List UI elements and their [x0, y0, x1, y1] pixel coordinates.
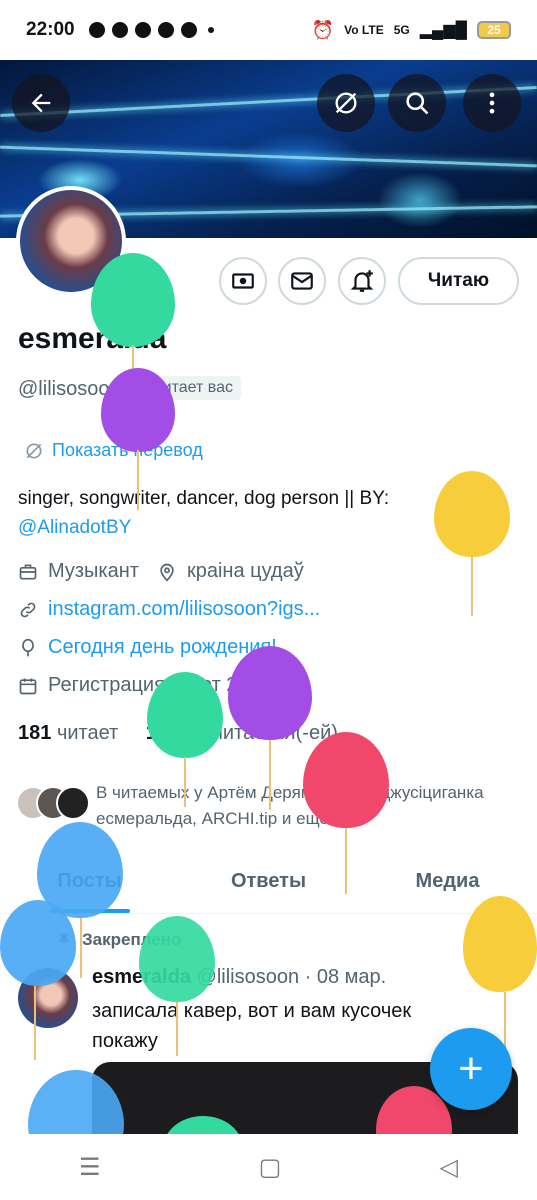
pinned-label: Закреплено: [82, 930, 182, 949]
back-nav-button[interactable]: ◁: [439, 1153, 457, 1182]
birthday-label: Сегодня день рождения!: [48, 636, 277, 658]
pinned-indicator: Закреплено: [56, 930, 181, 950]
telegram-icon: [134, 22, 151, 38]
tab-replies[interactable]: Ответы: [179, 858, 358, 913]
more-notifications-icon: [207, 27, 214, 33]
signal-icon: 5G: [393, 23, 410, 37]
mutual-followers[interactable]: В читаемых у Артём Дерягин v. 2.0, джусi…: [16, 780, 526, 832]
status-bar: 22:00 ⏰ Vo LTE 5G ▂▄▆█ 25: [0, 0, 537, 60]
avatar: [56, 786, 90, 820]
following-link[interactable]: 181 читает: [18, 722, 118, 744]
location-pin-icon: [157, 562, 177, 582]
bio-link[interactable]: @AlinadotBY: [18, 517, 131, 538]
twitch-icon: [180, 22, 197, 38]
profile-meta-row: Музыкант краiна цудаў: [18, 560, 304, 583]
profile-tabs: Посты Ответы Медиа: [0, 858, 537, 914]
profile-name: esmeralda: [18, 322, 167, 355]
profile-screen: { "status_bar": {"time": "22:00", "batte…: [0, 0, 537, 1200]
money-icon: [232, 273, 254, 289]
translate-link[interactable]: Показать перевод: [24, 440, 203, 461]
alarm-icon: ⏰: [311, 19, 335, 40]
translate-button[interactable]: [317, 74, 375, 132]
volte-icon: Vo LTE: [344, 23, 384, 37]
back-button[interactable]: [12, 74, 70, 132]
bell-plus-icon: [350, 270, 374, 292]
followers-label: читателя(-ей): [212, 722, 338, 744]
link-icon: [18, 600, 38, 620]
balloon: [139, 916, 215, 1002]
category-label: Музыкант: [48, 560, 139, 582]
joined-label: Регистрация: март 2014 г.: [48, 674, 287, 696]
tab-posts[interactable]: Посты: [0, 858, 179, 913]
search-button[interactable]: [388, 74, 446, 132]
translate-off-icon: [335, 92, 357, 114]
pin-icon: [57, 933, 71, 947]
arrow-left-icon: [31, 93, 51, 113]
battery-icon: 25: [477, 21, 511, 39]
profile-website-row: instagram.com/lilisosoon?igs...: [18, 598, 320, 621]
profile-handle: @lilisosoon: [18, 378, 121, 400]
following-button[interactable]: Читаю: [398, 257, 519, 305]
calendar-icon: [18, 676, 38, 696]
mutuals-text: В читаемых у Артём Дерягин v. 2.0, джусi…: [96, 783, 484, 828]
tab-media[interactable]: Медиа: [358, 858, 537, 913]
follows-you-badge: Читает вас: [144, 376, 242, 400]
mutual-avatars: [16, 786, 90, 832]
post-author[interactable]: esmeralda: [92, 966, 191, 988]
website-link[interactable]: instagram.com/lilisosoon?igs...: [48, 598, 320, 621]
notifications-button[interactable]: [338, 257, 386, 305]
post-text: записала кавер, вот и вам кусочек покажу: [92, 1000, 412, 1052]
more-vertical-icon: [489, 92, 495, 114]
plus-icon: +: [458, 1044, 484, 1093]
clock: 22:00: [26, 19, 75, 40]
translate-label: Показать перевод: [52, 440, 203, 460]
avatar[interactable]: [16, 186, 126, 296]
translate-icon: [26, 443, 42, 458]
more-button[interactable]: [463, 74, 521, 132]
facebook-icon: [157, 22, 174, 38]
following-label: читает: [56, 722, 119, 744]
following-count: 181: [18, 722, 52, 744]
followers-link[interactable]: 16 333 читателя(-ей): [146, 722, 338, 744]
briefcase-icon: [18, 562, 38, 582]
mail-icon: [291, 272, 313, 290]
rss-icon: [111, 22, 128, 38]
signal-bars-icon: ▂▄▆█: [419, 22, 467, 39]
chevron-right-icon: ›: [304, 674, 312, 696]
search-icon: [406, 92, 429, 115]
compose-button[interactable]: +: [430, 1028, 512, 1110]
post-header: esmeralda @lilisosoon · 08 мар.: [92, 966, 386, 989]
facebook-icon: [88, 22, 105, 38]
profile-bio: singer, songwriter, dancer, dog person |…: [18, 484, 518, 542]
post-handle-date: @lilisosoon · 08 мар.: [196, 966, 387, 988]
subscribe-button[interactable]: [219, 257, 267, 305]
balloon-icon: [18, 638, 38, 658]
follow-counts: 181 читает 16 333 читателя(-ей): [18, 722, 338, 745]
followers-count: 16 333: [145, 722, 207, 744]
home-button[interactable]: ▢: [259, 1153, 282, 1182]
bio-text: singer, songwriter, dancer, dog person |…: [18, 488, 390, 509]
post-avatar[interactable]: [18, 968, 78, 1028]
system-nav-bar: ☰ ▢ ◁: [0, 1134, 537, 1200]
location-label: краiна цудаў: [186, 560, 304, 582]
recents-button[interactable]: ☰: [79, 1153, 101, 1182]
message-button[interactable]: [278, 257, 326, 305]
profile-joined-row[interactable]: Регистрация: март 2014 г. ›: [18, 674, 311, 697]
profile-birthday-row: Сегодня день рождения!: [18, 636, 277, 659]
